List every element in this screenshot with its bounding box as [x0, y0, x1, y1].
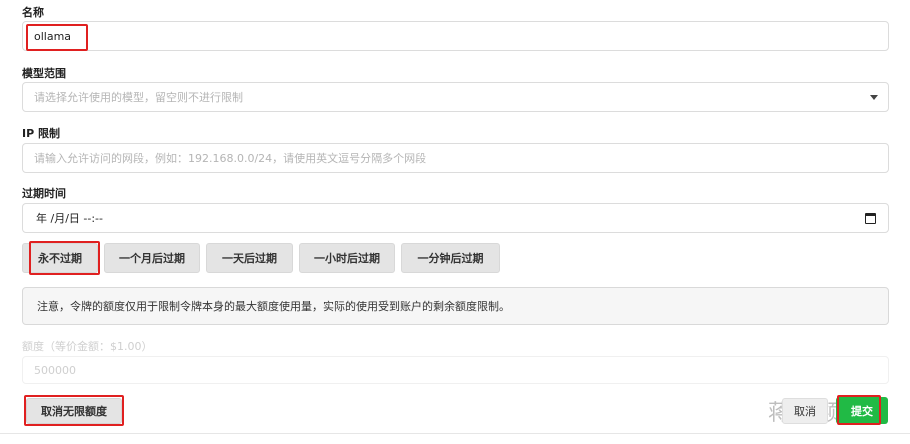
- expire-one-hour-button[interactable]: 一小时后过期: [299, 243, 395, 273]
- expire-one-minute-button[interactable]: 一分钟后过期: [401, 243, 500, 273]
- quota-label: 额度（等价金额：$1.00）: [22, 340, 153, 353]
- footer-divider: [0, 433, 910, 434]
- expire-one-day-button[interactable]: 一天后过期: [206, 243, 293, 273]
- expiry-quick-buttons: 永不过期 一个月后过期 一天后过期 一小时后过期 一分钟后过期: [22, 243, 500, 273]
- never-expire-button[interactable]: 永不过期: [22, 243, 98, 273]
- model-scope-label: 模型范围: [22, 67, 66, 80]
- dropdown-caret-icon[interactable]: [870, 95, 878, 100]
- cancel-unlimited-quota-button[interactable]: 取消无限额度: [26, 398, 122, 424]
- name-label: 名称: [22, 6, 44, 19]
- ip-limit-label: IP 限制: [22, 127, 60, 140]
- quota-notice-text: 注意，令牌的额度仅用于限制令牌本身的最大额度使用量，实际的使用受到账户的剩余额度…: [37, 300, 510, 313]
- expire-one-month-button[interactable]: 一个月后过期: [104, 243, 200, 273]
- quota-input-value: 500000: [34, 363, 76, 377]
- name-input[interactable]: ollama: [22, 21, 889, 51]
- expiry-datetime-value: 年 /月/日 --:--: [36, 212, 103, 225]
- expiry-datetime-input[interactable]: 年 /月/日 --:--: [22, 203, 889, 233]
- name-input-value: ollama: [34, 29, 72, 43]
- model-scope-select[interactable]: 请选择允许使用的模型，留空则不进行限制: [22, 82, 889, 112]
- token-form: 名称 ollama 模型范围 请选择允许使用的模型，留空则不进行限制 IP 限制…: [0, 0, 910, 444]
- ip-limit-placeholder: 请输入允许访问的网段，例如：192.168.0.0/24，请使用英文逗号分隔多个…: [34, 152, 427, 165]
- expiry-label: 过期时间: [22, 187, 66, 200]
- calendar-icon[interactable]: [865, 213, 876, 224]
- cancel-button[interactable]: 取消: [782, 398, 828, 424]
- model-scope-placeholder: 请选择允许使用的模型，留空则不进行限制: [34, 91, 243, 104]
- ip-limit-input[interactable]: 请输入允许访问的网段，例如：192.168.0.0/24，请使用英文逗号分隔多个…: [22, 143, 889, 173]
- submit-button[interactable]: 提交: [836, 397, 888, 424]
- quota-notice: 注意，令牌的额度仅用于限制令牌本身的最大额度使用量，实际的使用受到账户的剩余额度…: [22, 287, 889, 325]
- quota-input: 500000: [22, 356, 889, 384]
